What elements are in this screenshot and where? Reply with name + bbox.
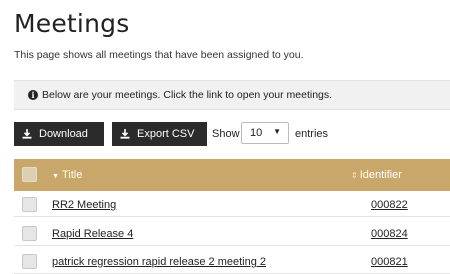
column-header-identifier[interactable]: ⇕ Identifier <box>351 169 402 181</box>
show-label: Show <box>212 128 240 140</box>
download-icon <box>22 129 32 139</box>
entries-select-value: 10 <box>250 127 263 139</box>
column-header-title[interactable]: ▼ Title <box>52 169 82 181</box>
column-title-label: Title <box>61 169 83 181</box>
sort-desc-icon: ▼ <box>52 173 59 180</box>
meeting-title-link[interactable]: patrick regression rapid release 2 meeti… <box>52 256 266 268</box>
chevron-down-icon: ▼ <box>273 127 281 136</box>
info-banner: i Below are your meetings. Click the lin… <box>14 80 450 110</box>
download-label: Download <box>39 128 88 140</box>
column-identifier-label: Identifier <box>359 169 402 181</box>
entries-label: entries <box>295 128 329 140</box>
row-checkbox[interactable] <box>22 197 37 212</box>
table-header: ▼ Title ⇕ Identifier <box>14 159 450 191</box>
download-button[interactable]: Download <box>14 122 104 146</box>
download-icon <box>120 129 130 139</box>
row-checkbox[interactable] <box>22 226 37 241</box>
info-circle-icon: i <box>28 90 38 100</box>
table-row: Rapid Release 4 000824 <box>14 223 450 246</box>
meeting-identifier-link[interactable]: 000821 <box>371 256 408 268</box>
meeting-title-link[interactable]: Rapid Release 4 <box>52 228 133 240</box>
meeting-title-link[interactable]: RR2 Meeting <box>52 199 116 211</box>
page-title: Meetings <box>14 9 130 38</box>
select-all-checkbox[interactable] <box>22 167 37 182</box>
entries-select[interactable]: 10 ▼ <box>241 122 289 144</box>
table-row: RR2 Meeting 000822 <box>14 194 450 217</box>
meeting-identifier-link[interactable]: 000822 <box>371 199 408 211</box>
export-csv-button[interactable]: Export CSV <box>112 122 207 146</box>
page-subtitle: This page shows all meetings that have b… <box>14 49 304 61</box>
info-banner-text: Below are your meetings. Click the link … <box>42 89 333 101</box>
row-checkbox[interactable] <box>22 254 37 269</box>
export-csv-label: Export CSV <box>137 128 195 140</box>
meeting-identifier-link[interactable]: 000824 <box>371 228 408 240</box>
sort-icon: ⇕ <box>351 171 358 180</box>
